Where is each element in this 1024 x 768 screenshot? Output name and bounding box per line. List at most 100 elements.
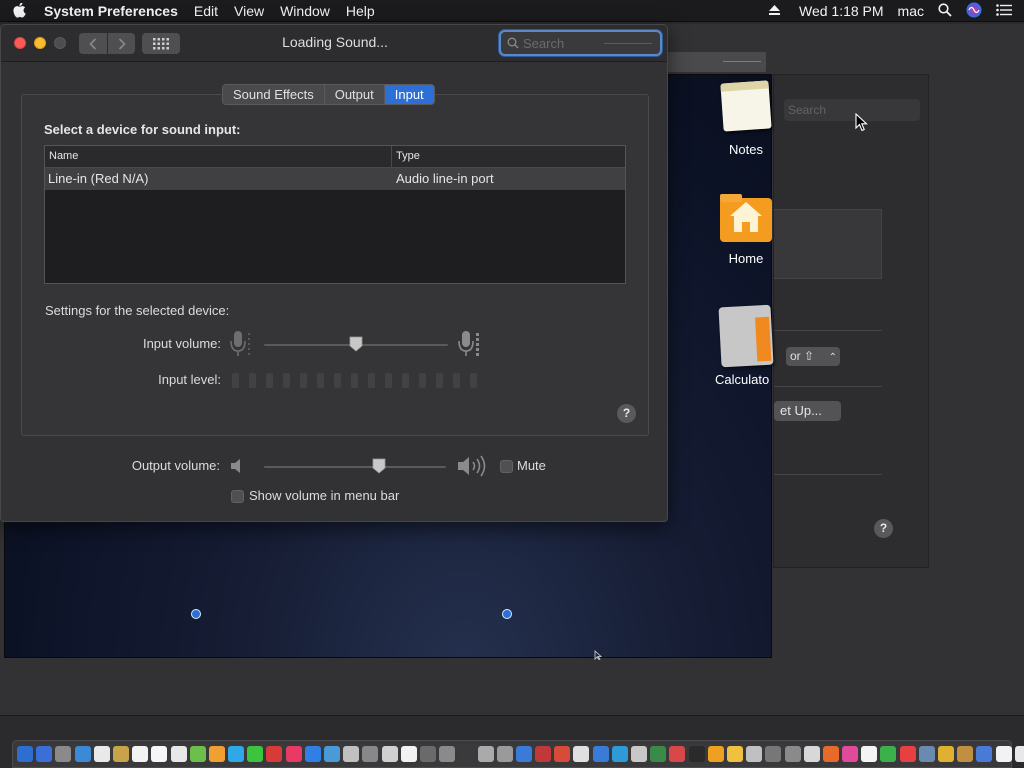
dock-app-icon[interactable]: [707, 746, 724, 762]
dock-app-icon[interactable]: [112, 746, 129, 762]
dock-app-icon[interactable]: [170, 746, 187, 762]
dock-app-icon[interactable]: [381, 746, 398, 762]
desktop-icon-home[interactable]: Home: [711, 188, 781, 266]
divider: [774, 330, 882, 331]
dock-app-icon[interactable]: [784, 746, 801, 762]
notification-center-icon[interactable]: [996, 3, 1012, 19]
close-button[interactable]: [14, 37, 26, 49]
mute-checkbox[interactable]: [500, 460, 513, 473]
dock-app-icon[interactable]: [938, 746, 954, 762]
help-button[interactable]: ?: [617, 404, 636, 423]
dock-app-icon[interactable]: [285, 746, 302, 762]
menu-view[interactable]: View: [226, 0, 272, 22]
dock-app-icon[interactable]: [861, 746, 878, 762]
dock-app-icon[interactable]: [592, 746, 609, 762]
output-volume-thumb[interactable]: [372, 458, 386, 474]
dock-app-icon[interactable]: [189, 746, 206, 762]
dock-app-icon[interactable]: [496, 746, 513, 762]
dock-app-icon[interactable]: [611, 746, 628, 762]
home-folder-icon: [720, 194, 772, 242]
desktop-icon-calculator[interactable]: Calculato: [711, 304, 781, 387]
zoom-button[interactable]: [54, 37, 66, 49]
menubar-user[interactable]: mac: [898, 3, 924, 19]
dock-app-icon[interactable]: [746, 746, 763, 762]
tab-output[interactable]: Output: [324, 85, 385, 104]
dock-app-icon[interactable]: [343, 746, 360, 762]
dock-app-icon[interactable]: [899, 746, 916, 762]
eject-icon[interactable]: [768, 3, 781, 19]
dock-app-icon[interactable]: [880, 746, 897, 762]
chevron-left-icon: [89, 37, 97, 50]
dock-app-icon[interactable]: [400, 746, 417, 762]
dock-app-icon[interactable]: [266, 746, 283, 762]
dock-app-icon[interactable]: [669, 746, 686, 762]
dock-app-icon[interactable]: [1014, 746, 1024, 762]
dock-app-icon[interactable]: [726, 746, 743, 762]
dock-app-icon[interactable]: [439, 746, 456, 762]
back-button[interactable]: [79, 33, 107, 54]
dock-app-icon[interactable]: [208, 746, 225, 762]
dock-app-icon[interactable]: [362, 746, 379, 762]
dock-app-icon[interactable]: [554, 746, 571, 762]
dock-app-icon[interactable]: [93, 746, 110, 762]
dock-app-icon[interactable]: [688, 746, 705, 762]
desktop-icon-notes[interactable]: Notes: [711, 80, 781, 157]
dock-app-icon[interactable]: [55, 746, 72, 762]
dock-app-icon[interactable]: [477, 746, 494, 762]
show-volume-checkbox[interactable]: [231, 490, 244, 503]
siri-icon[interactable]: [966, 2, 982, 21]
dock-app-icon[interactable]: [17, 746, 33, 762]
forward-button[interactable]: [108, 33, 135, 54]
dock-app-icon[interactable]: [419, 746, 436, 762]
menu-app-name[interactable]: System Preferences: [40, 0, 186, 22]
menu-help[interactable]: Help: [338, 0, 383, 22]
dock-app-icon[interactable]: [324, 746, 340, 762]
dock-app-icon[interactable]: [304, 746, 321, 762]
search-field[interactable]: [499, 30, 662, 56]
spotlight-icon[interactable]: [938, 2, 952, 20]
background-help-button[interactable]: ?: [874, 519, 893, 538]
dock-app-icon[interactable]: [515, 746, 532, 762]
tab-input[interactable]: Input: [384, 85, 434, 104]
dock-app-icon[interactable]: [976, 746, 993, 762]
selection-handle[interactable]: [502, 609, 512, 619]
dock-app-icon[interactable]: [535, 746, 552, 762]
background-search-field[interactable]: Search: [784, 99, 920, 121]
minimize-button[interactable]: [34, 37, 46, 49]
column-header-name[interactable]: Name: [45, 146, 392, 167]
menu-window[interactable]: Window: [272, 0, 338, 22]
dock-app-icon[interactable]: [650, 746, 667, 762]
show-all-button[interactable]: [142, 33, 180, 54]
apple-menu-icon[interactable]: [0, 0, 40, 22]
menubar-clock[interactable]: Wed 1:18 PM: [799, 3, 884, 19]
dock-app-icon[interactable]: [842, 746, 859, 762]
column-header-type[interactable]: Type: [392, 146, 420, 167]
dock-app-icon[interactable]: [957, 746, 974, 762]
menu-edit[interactable]: Edit: [186, 0, 226, 22]
dock-app-icon[interactable]: [247, 746, 264, 762]
calculator-icon: [718, 304, 774, 368]
dock-app-icon[interactable]: [803, 746, 820, 762]
selection-handle[interactable]: [191, 609, 201, 619]
dock-app-icon[interactable]: [36, 746, 53, 762]
dock-app-icon[interactable]: [822, 746, 839, 762]
dock-app-icon[interactable]: [458, 746, 475, 762]
background-setup-button[interactable]: et Up...: [774, 401, 841, 421]
level-segment: [232, 373, 239, 388]
dock-app-icon[interactable]: [74, 746, 91, 762]
table-row[interactable]: Line-in (Red N/A) Audio line-in port: [45, 168, 625, 190]
dock-app-icon[interactable]: [918, 746, 935, 762]
dock-app-icon[interactable]: [631, 746, 647, 762]
dock-app-icon[interactable]: [151, 746, 168, 762]
dock-app-icon[interactable]: [765, 746, 782, 762]
input-volume-thumb[interactable]: [349, 336, 363, 352]
dock-app-icon[interactable]: [132, 746, 149, 762]
dock-app-icon[interactable]: [573, 746, 590, 762]
input-level-label: Input level:: [158, 372, 221, 387]
background-popup[interactable]: or ⇧ ⌃: [786, 347, 840, 366]
output-volume-slider[interactable]: [264, 466, 446, 468]
grid-icon: [153, 37, 169, 49]
tab-sound-effects[interactable]: Sound Effects: [223, 85, 325, 104]
dock-app-icon[interactable]: [995, 746, 1012, 762]
dock-app-icon[interactable]: [228, 746, 245, 762]
